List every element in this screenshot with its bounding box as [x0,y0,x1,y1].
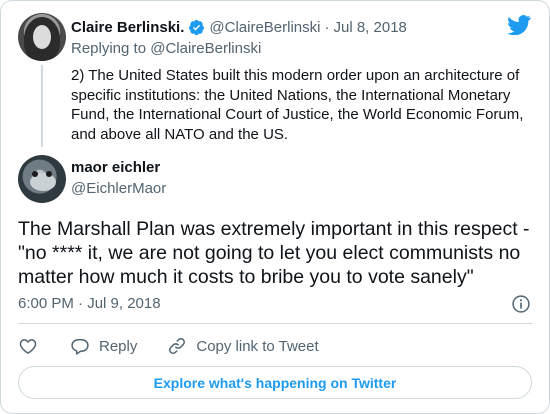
parent-header: Claire Berlinski. @ClaireBerlinski · Jul… [71,17,407,37]
verified-badge-icon [189,19,205,35]
parent-tweet-text: 2) The United States built this modern o… [71,67,524,143]
action-bar: Reply Copy link to Tweet [18,335,319,357]
like-button[interactable] [18,336,38,356]
replying-handle-link[interactable]: @ClaireBerlinski [150,40,261,57]
twitter-bird-icon[interactable] [507,15,531,35]
author-name[interactable]: maor eichler [71,159,160,176]
parent-avatar[interactable] [18,13,66,61]
tweet-text: The Marshall Plan was extremely importan… [18,218,530,288]
copy-link-label: Copy link to Tweet [196,337,319,355]
copy-link-button[interactable]: Copy link to Tweet [167,336,319,356]
divider [18,323,532,324]
reply-button[interactable]: Reply [70,336,137,356]
author-avatar[interactable] [18,155,66,203]
tweet-timestamp[interactable]: 6:00 PM · Jul 9, 2018 [18,295,161,312]
replying-to: Replying to @ClaireBerlinski [71,40,261,57]
parent-author-name[interactable]: Claire Berlinski. [71,19,184,36]
replying-prefix: Replying to [71,40,147,57]
thread-line [41,65,43,147]
tweet-card: Claire Berlinski. @ClaireBerlinski · Jul… [0,0,550,414]
info-icon[interactable] [511,294,531,314]
reply-label: Reply [99,337,138,355]
reply-bubble-icon [71,339,89,355]
parent-author-handle[interactable]: @ClaireBerlinski [209,19,320,36]
link-icon [169,338,186,354]
explore-twitter-button[interactable]: Explore what's happening on Twitter [18,366,532,399]
author-handle[interactable]: @EichlerMaor [71,180,166,197]
separator-dot: · [324,18,330,36]
heart-icon [19,339,37,354]
parent-date[interactable]: Jul 8, 2018 [333,19,406,36]
